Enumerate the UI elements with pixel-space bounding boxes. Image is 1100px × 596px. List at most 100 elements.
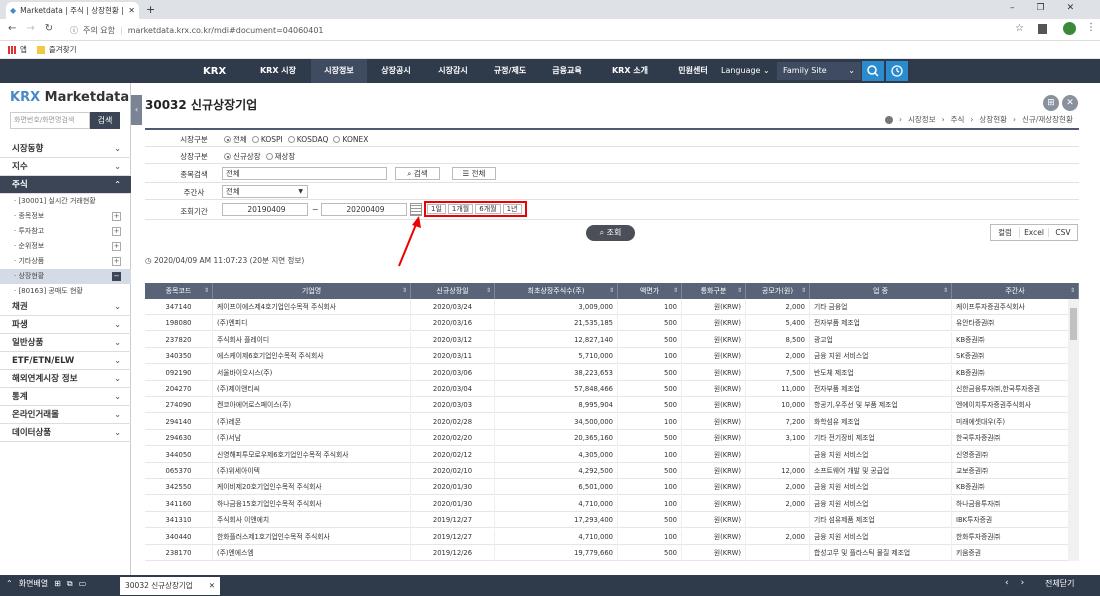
excel-button[interactable]: Excel (1020, 228, 1049, 237)
menu-bond[interactable]: 채권 ⌄ (0, 298, 131, 316)
column-header[interactable]: 최초상장주식수(주) ⇕ (495, 283, 618, 299)
nav-education[interactable]: 금융교육 (539, 59, 595, 83)
table-row[interactable]: 204270 (주)제이앤티씨 2020/03/04 57,848,466 500 원(K… (145, 381, 1079, 397)
nav-surveillance[interactable]: 시장감시 (425, 59, 481, 83)
sort-icon[interactable]: ⇕ (801, 283, 806, 299)
column-header[interactable]: 주간사 ⇕ (952, 283, 1079, 299)
menu-etf[interactable]: ETF/ETN/ELW ⌄ (0, 352, 131, 370)
date-from-input[interactable]: 20190409 (222, 203, 308, 216)
radio-button[interactable] (287, 136, 295, 143)
sort-icon[interactable]: ⇕ (737, 283, 742, 299)
table-row[interactable]: 294630 (주)서남 2020/02/20 20,365,160 500 원(KRW)… (145, 430, 1079, 447)
maximize-icon[interactable]: ❐ (1037, 3, 1045, 13)
bookmark-apps[interactable]: 앱 (20, 44, 27, 55)
table-row[interactable]: 342550 케이비제20호기업인수목적 주식회사 2020/01/30 6,501,… (145, 479, 1079, 496)
menu-derivatives[interactable]: 파생 ⌄ (0, 316, 131, 334)
radio-button[interactable] (333, 136, 341, 143)
plus-icon[interactable]: + (112, 257, 121, 266)
breadcrumb-item[interactable]: 주식 (951, 114, 965, 125)
query-button[interactable]: ⌕ 조회 (586, 225, 635, 241)
table-row[interactable]: 065370 (주)위세아이텍 2020/02/10 4,292,500 500 원(KR… (145, 463, 1079, 479)
close-icon[interactable]: ✕ (128, 6, 135, 15)
sidebar-collapse-button[interactable]: ‹ (131, 95, 142, 125)
minus-icon[interactable]: − (112, 272, 121, 281)
sort-icon[interactable]: ⇕ (402, 283, 407, 299)
close-all-button[interactable]: 전체닫기 (1045, 578, 1074, 589)
forward-icon[interactable]: → (26, 23, 34, 34)
krx-logo[interactable]: KRX (203, 66, 226, 77)
menu-statistics[interactable]: 통계 ⌄ (0, 388, 131, 406)
radio-button[interactable] (224, 136, 231, 143)
radio-button[interactable] (251, 136, 259, 143)
column-header[interactable]: 신규상장일 ⇕ (411, 283, 495, 299)
radio-kospi[interactable]: KOSPI (251, 134, 283, 145)
avatar[interactable] (1063, 22, 1076, 35)
screen-search-button[interactable]: 검색 (90, 112, 120, 129)
language-select[interactable]: Language ⌄ (721, 62, 776, 80)
table-row[interactable]: 238170 (주)엔에스엠 2019/12/26 19,779,660 500 원(KR… (145, 545, 1079, 561)
table-row[interactable]: 347140 케이프이에스제4호기업인수목적 주식회사 2020/03/24 3,00… (145, 299, 1079, 315)
minimize-all-icon[interactable]: ▭ (79, 579, 87, 588)
csv-button[interactable]: CSV (1049, 228, 1077, 237)
issue-search-button[interactable]: ⌕ 검색 (395, 167, 440, 180)
prev-icon[interactable]: ‹ (1005, 578, 1009, 588)
period-1year-button[interactable]: 1년 (502, 204, 522, 214)
submenu-short-selling[interactable]: · [80163] 공매도 현황 (0, 284, 131, 299)
nav-disclosure[interactable]: 상장공시 (368, 59, 424, 83)
screen-search-input[interactable]: 화면번호/화면명검색 (10, 112, 90, 129)
radio-all[interactable]: 전체 (224, 134, 247, 145)
cascade-icon[interactable]: ⧉ (67, 579, 73, 589)
plus-icon[interactable]: + (112, 212, 121, 221)
underwriter-select[interactable]: 전체 ▼ (222, 185, 308, 198)
table-row[interactable]: 340350 에스케이제6호기업인수목적 주식회사 2020/03/11 5,710,… (145, 348, 1079, 365)
extension-icon[interactable] (1038, 24, 1047, 34)
menu-overseas[interactable]: 해외연계시장 정보 ⌄ (0, 370, 131, 388)
menu-market-trend[interactable]: 시장동향 ⌄ (0, 140, 131, 158)
submenu-other-products[interactable]: · 기타상품 + (0, 254, 131, 269)
submenu-investment[interactable]: · 투자참고 + (0, 224, 131, 239)
clock-icon[interactable] (886, 61, 908, 81)
search-icon[interactable] (862, 61, 884, 81)
nav-krx-market[interactable]: KRX 시장 (246, 59, 310, 83)
radio-konex[interactable]: KONEX (333, 134, 368, 145)
radio-kosdaq[interactable]: KOSDAQ (287, 134, 328, 145)
family-site-select[interactable]: Family Site ⌄ (777, 62, 861, 80)
sort-icon[interactable]: ⇕ (1070, 283, 1075, 299)
menu-stock[interactable]: 주식 ⌃ (0, 176, 131, 194)
column-header[interactable]: 기업명 ⇕ (213, 283, 411, 299)
tile-icon[interactable]: ⊞ (54, 579, 61, 588)
close-window-icon[interactable]: ✕ (1067, 3, 1075, 13)
table-row[interactable]: 341310 주식회사 이앤에치 2019/12/27 17,293,400 500 원(… (145, 512, 1079, 529)
open-window-tab[interactable]: 30032 신규상장기업 ✕ (120, 577, 220, 595)
period-6month-button[interactable]: 6개월 (475, 204, 501, 214)
radio-button[interactable] (224, 153, 231, 160)
star-icon[interactable]: ☆ (1015, 23, 1024, 34)
back-icon[interactable]: ← (8, 23, 16, 34)
table-row[interactable]: 340440 한화플러스제1호기업인수목적 주식회사 2019/12/27 4,710… (145, 528, 1079, 545)
bookmark-favorites[interactable]: 즐겨찾기 (49, 44, 77, 55)
submenu-issue-info[interactable]: · 종목정보 + (0, 209, 131, 224)
browser-tab[interactable]: ◆ Marketdata | 주식 | 상장현황 | 전 ✕ (6, 2, 139, 19)
breadcrumb-item[interactable]: 신규/재상장현황 (1022, 114, 1073, 125)
column-header[interactable]: 종목코드 ⇕ (145, 283, 213, 299)
apps-icon[interactable] (8, 45, 16, 54)
table-row[interactable]: 344050 신영해피투모로우제6호기업인수목적 주식회사 2020/02/12 4,… (145, 446, 1079, 463)
table-row[interactable]: 198080 (주)엔피디 2020/03/16 21,535,185 500 원(KRW… (145, 315, 1079, 332)
nav-about[interactable]: KRX 소개 (596, 59, 664, 83)
sort-icon[interactable]: ⇕ (673, 283, 678, 299)
all-button[interactable]: ☰ 전체 (452, 167, 496, 180)
minimize-icon[interactable]: – (1010, 3, 1015, 13)
reload-icon[interactable]: ↻ (45, 23, 53, 34)
nav-regulation[interactable]: 규정/제도 (482, 59, 538, 83)
menu-index[interactable]: 지수 ⌄ (0, 158, 131, 176)
radio-new-listing[interactable]: 신규상장 (224, 151, 261, 162)
period-1day-button[interactable]: 1일 (427, 204, 446, 214)
menu-commodity[interactable]: 일반상품 ⌄ (0, 334, 131, 352)
next-icon[interactable]: › (1021, 578, 1025, 588)
close-icon[interactable]: ✕ (209, 577, 215, 595)
sort-icon[interactable]: ⇕ (609, 283, 614, 299)
column-header[interactable]: 액면가 ⇕ (618, 283, 682, 299)
menu-online-mall[interactable]: 온라인거래몰 ⌄ (0, 406, 131, 424)
table-row[interactable]: 237820 주식회사 플레이디 2020/03/12 12,827,140 500 원(… (145, 331, 1079, 348)
nav-civil[interactable]: 민원센터 (665, 59, 721, 83)
